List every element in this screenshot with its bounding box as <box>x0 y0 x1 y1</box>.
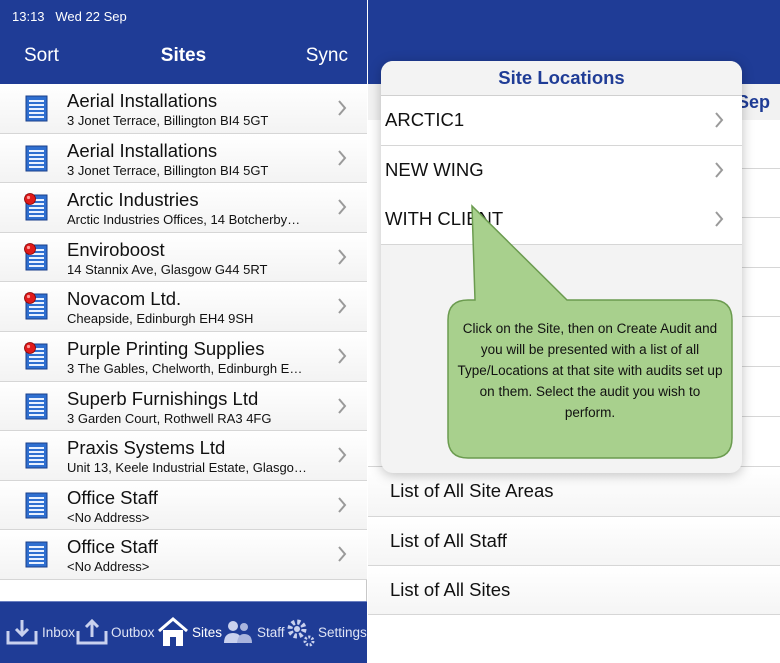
popover-title: Site Locations <box>381 61 742 96</box>
divider <box>742 168 780 169</box>
tab-inbox[interactable]: Inbox <box>4 614 75 650</box>
tab-bar: Inbox Outbox Sites Staff Settings <box>0 601 367 663</box>
chevron-right-icon <box>338 249 347 265</box>
tab-settings-label: Settings <box>318 624 367 640</box>
site-row[interactable]: Purple Printing Supplies 3 The Gables, Ch… <box>0 331 367 382</box>
site-name: Arctic Industries <box>67 189 199 211</box>
site-row[interactable]: Arctic Industries Arctic Industries Offic… <box>0 183 367 233</box>
help-callout-text: Click on the Site, then on Create Audit … <box>457 321 723 420</box>
location-item-with-client[interactable]: WITH CLIENT <box>381 195 742 245</box>
site-row[interactable]: Superb Furnishings Ltd 3 Garden Court, Ro… <box>0 381 367 432</box>
site-name: Office Staff <box>67 536 158 558</box>
site-name: Superb Furnishings Ltd <box>67 387 259 409</box>
building-icon <box>25 95 48 122</box>
chevron-right-icon <box>338 100 347 116</box>
list-all-sites[interactable]: List of All Sites <box>368 565 780 615</box>
site-address: 3 Jonet Terrace, Billington BI4 5GT <box>67 162 269 178</box>
staff-icon <box>224 621 252 643</box>
divider <box>742 366 780 367</box>
site-address: <No Address> <box>67 559 150 575</box>
sort-button[interactable]: Sort <box>24 45 59 67</box>
site-address: Cheapside, Edinburgh EH4 9SH <box>67 311 254 327</box>
site-name: Purple Printing Supplies <box>67 337 265 359</box>
tab-staff[interactable]: Staff <box>221 614 285 650</box>
building-icon <box>25 541 48 568</box>
location-label: WITH CLIENT <box>385 208 504 229</box>
location-item-arctic1[interactable]: ARCTIC1 <box>381 96 742 146</box>
chevron-right-icon <box>338 397 347 414</box>
site-row[interactable]: Office Staff <No Address> <box>0 530 367 580</box>
status-date: Wed 22 Sep <box>55 9 127 24</box>
tab-sites-label: Sites <box>192 624 223 640</box>
sites-pane: 13:13 Wed 22 Sep Sites Sort Sync Aerial … <box>0 0 367 663</box>
site-address: Unit 13, Keele Industrial Estate, Glasgo… <box>67 460 307 476</box>
site-row[interactable]: Enviroboost 14 Stannix Ave, Glasgow G44 5… <box>0 232 367 283</box>
chevron-right-icon <box>338 546 347 562</box>
site-address: 3 The Gables, Chelworth, Edinburgh E… <box>67 360 303 376</box>
building-icon <box>25 492 48 519</box>
site-name: Office Staff <box>67 486 158 508</box>
location-label: ARCTIC1 <box>385 109 465 130</box>
inbox-icon <box>6 620 38 645</box>
building-icon <box>25 442 48 469</box>
site-address: 14 Stannix Ave, Glasgow G44 5RT <box>67 261 268 277</box>
building-flagged-icon <box>24 342 48 370</box>
gear-icon <box>287 619 315 647</box>
chevron-right-icon <box>715 211 724 227</box>
chevron-right-icon <box>338 497 347 513</box>
divider <box>742 267 780 268</box>
location-label: NEW WING <box>385 159 484 180</box>
tab-staff-label: Staff <box>257 624 285 640</box>
building-flagged-icon <box>24 242 48 271</box>
chevron-right-icon <box>338 298 347 315</box>
chevron-right-icon <box>338 447 347 463</box>
status-bar: 13:13 Wed 22 Sep <box>12 9 127 24</box>
chevron-right-icon <box>715 162 724 178</box>
site-name: Enviroboost <box>67 238 165 260</box>
site-row[interactable]: Novacom Ltd. Cheapside, Edinburgh EH4 9SH <box>0 282 367 332</box>
tab-inbox-label: Inbox <box>42 624 76 640</box>
site-name: Praxis Systems Ltd <box>67 437 226 459</box>
divider <box>742 217 780 218</box>
navigation-bar: 13:13 Wed 22 Sep Sites Sort Sync <box>0 0 367 84</box>
site-address: Arctic Industries Offices, 14 Botcherby… <box>67 212 301 228</box>
list-item-label: List of All Staff <box>390 530 507 551</box>
site-name: Aerial Installations <box>67 90 218 111</box>
list-item-label: List of All Site Areas <box>390 480 554 501</box>
site-row[interactable]: Aerial Installations 3 Jonet Terrace, Bil… <box>0 133 367 184</box>
building-flagged-icon <box>24 193 48 221</box>
outbox-icon <box>76 618 108 645</box>
tab-settings[interactable]: Settings <box>284 614 367 650</box>
site-name: Novacom Ltd. <box>67 288 182 310</box>
site-name: Aerial Installations <box>67 139 218 161</box>
site-address: 3 Jonet Terrace, Billington BI4 5GT <box>67 113 269 128</box>
site-row[interactable]: Office Staff <No Address> <box>0 480 367 531</box>
site-row[interactable]: Praxis Systems Ltd Unit 13, Keele Industr… <box>0 431 367 481</box>
building-flagged-icon <box>24 292 48 320</box>
status-time: 13:13 <box>12 9 45 24</box>
chevron-right-icon <box>338 199 347 215</box>
list-item-label: List of All Sites <box>390 579 511 600</box>
chevron-right-icon <box>338 348 347 364</box>
site-address: <No Address> <box>67 509 150 525</box>
divider <box>742 316 780 317</box>
home-icon <box>158 617 188 646</box>
site-list: Aerial Installations 3 Jonet Terrace, Bil… <box>0 84 367 580</box>
tab-outbox[interactable]: Outbox <box>75 614 155 650</box>
divider <box>742 416 780 417</box>
building-icon <box>25 145 48 172</box>
building-icon <box>25 393 48 420</box>
popover-arrow <box>367 198 381 224</box>
tab-sites[interactable]: Sites <box>156 614 222 650</box>
sync-button[interactable]: Sync <box>306 45 348 67</box>
location-item-new-wing[interactable]: NEW WING <box>381 146 742 196</box>
chevron-right-icon <box>338 149 347 166</box>
site-row[interactable]: Aerial Installations 3 Jonet Terrace, Bil… <box>0 84 367 134</box>
site-address: 3 Garden Court, Rothwell RA3 4FG <box>67 410 272 426</box>
chevron-right-icon <box>715 112 724 128</box>
tab-outbox-label: Outbox <box>111 624 155 640</box>
list-all-site-areas[interactable]: List of All Site Areas <box>368 466 780 516</box>
list-all-staff[interactable]: List of All Staff <box>368 516 780 566</box>
